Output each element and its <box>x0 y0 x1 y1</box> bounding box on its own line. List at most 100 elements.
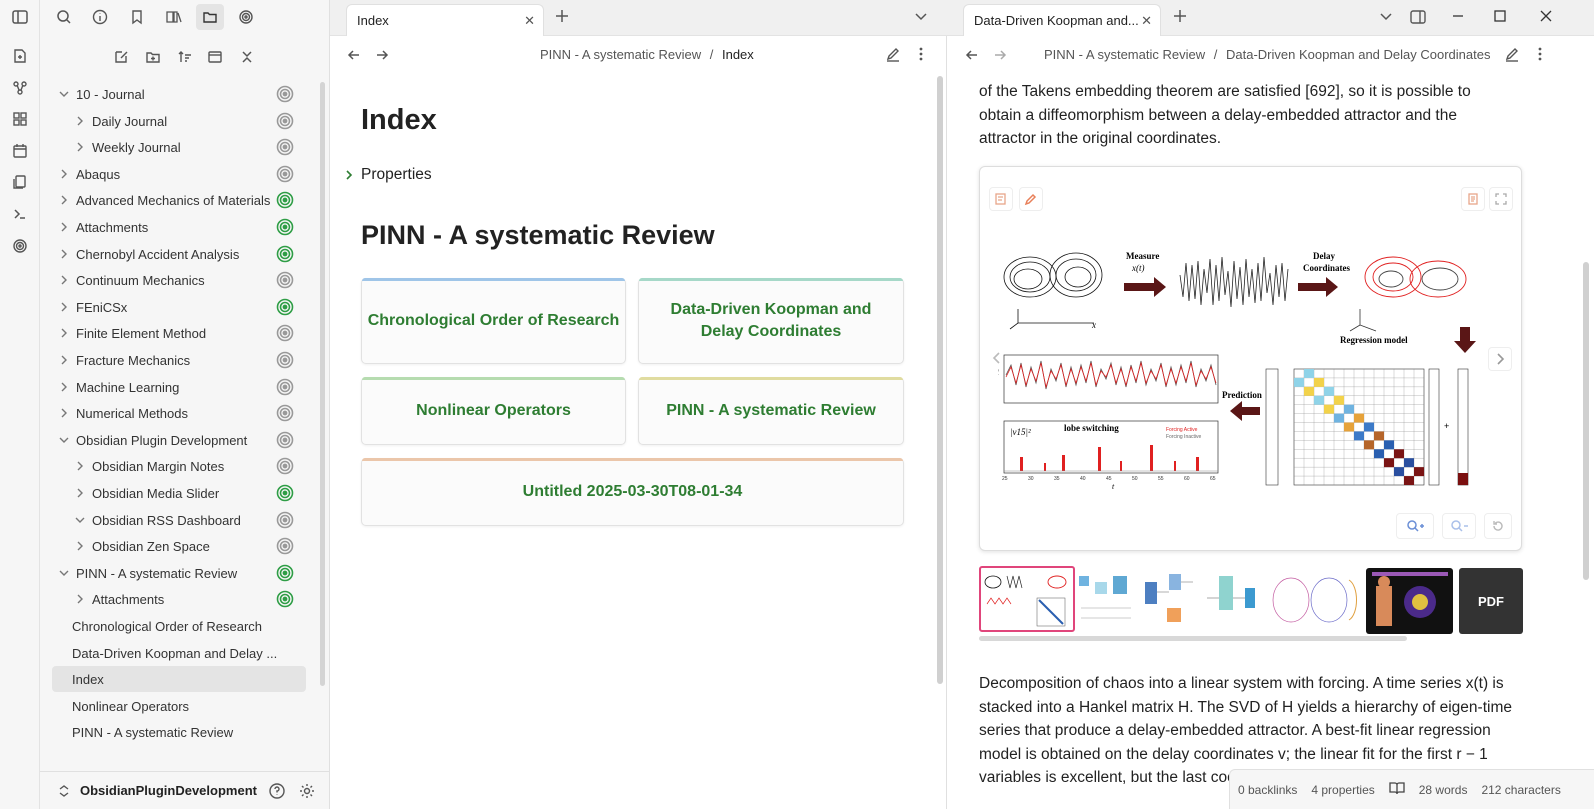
chevron-right-icon[interactable] <box>56 222 72 232</box>
goal-target-icon[interactable] <box>276 271 294 289</box>
goal-target-icon[interactable] <box>276 431 294 449</box>
info-icon[interactable] <box>86 4 114 30</box>
thumbnail-pdf[interactable]: PDF <box>1459 568 1523 634</box>
forward-arrow-icon[interactable] <box>374 47 390 66</box>
tree-folder[interactable]: Fracture Mechanics <box>56 347 290 373</box>
new-note-button[interactable] <box>108 44 134 70</box>
settings-gear-icon[interactable] <box>298 782 316 803</box>
tree-folder[interactable]: Obsidian Zen Space <box>72 533 290 559</box>
tree-folder[interactable]: Abaqus <box>56 161 290 187</box>
card-koopman[interactable]: Data-Driven Koopman and Delay Coordinate… <box>638 278 904 364</box>
tree-folder[interactable]: Numerical Methods <box>56 400 290 426</box>
new-note-icon[interactable] <box>8 44 32 68</box>
edit-pencil-icon[interactable] <box>885 46 901 65</box>
chevron-right-icon[interactable] <box>72 594 88 604</box>
chevron-right-icon[interactable] <box>56 195 72 205</box>
goal-target-icon[interactable] <box>276 165 294 183</box>
collapse-all-button[interactable] <box>234 44 260 70</box>
card-pinn-review[interactable]: PINN - A systematic Review <box>638 377 904 445</box>
tree-folder[interactable]: PINN - A systematic Review <box>56 560 290 586</box>
chevron-right-icon[interactable] <box>56 249 72 259</box>
thumbnail-network-2[interactable] <box>1141 568 1203 634</box>
forward-arrow-icon[interactable] <box>992 47 1008 66</box>
goal-target-icon[interactable] <box>276 138 294 156</box>
reading-book-icon[interactable] <box>1389 781 1405 798</box>
chevron-right-icon[interactable] <box>72 142 88 152</box>
breadcrumb-parent[interactable]: PINN - A systematic Review <box>1044 47 1205 62</box>
tab-list-chevron-icon[interactable] <box>1379 9 1393 26</box>
chevron-down-icon[interactable] <box>56 435 72 445</box>
clipboard-icon[interactable] <box>1461 187 1485 211</box>
tree-folder[interactable]: Attachments <box>56 214 290 240</box>
chevron-right-icon[interactable] <box>56 275 72 285</box>
terminal-icon[interactable] <box>8 202 32 226</box>
annotate-pencil-icon[interactable] <box>1019 187 1043 211</box>
templates-icon[interactable] <box>8 170 32 194</box>
tree-folder[interactable]: Continuum Mechanics <box>56 267 290 293</box>
tree-folder[interactable]: Advanced Mechanics of Materials <box>56 187 290 213</box>
book-icon[interactable] <box>160 4 188 30</box>
thumbnail-video[interactable] <box>1366 568 1453 634</box>
goal-complete-target-icon[interactable] <box>276 245 294 263</box>
new-folder-button[interactable] <box>140 44 166 70</box>
properties-count[interactable]: 4 properties <box>1311 783 1374 797</box>
goal-target-icon[interactable] <box>276 457 294 475</box>
chevron-right-icon[interactable] <box>56 169 72 179</box>
goal-target-icon[interactable] <box>276 511 294 529</box>
calendar-icon[interactable] <box>8 139 32 163</box>
tree-file[interactable]: Data-Driven Koopman and Delay ... <box>72 640 290 666</box>
tab-koopman[interactable]: Data-Driven Koopman and... ✕ <box>963 4 1161 36</box>
breadcrumb-current[interactable]: Data-Driven Koopman and Delay Coordinate… <box>1226 47 1490 62</box>
chevron-right-icon[interactable] <box>72 488 88 498</box>
left-pane-scrollbar[interactable] <box>937 76 943 684</box>
goal-complete-target-icon[interactable] <box>276 218 294 236</box>
thumbnail-network-1[interactable] <box>1077 568 1139 634</box>
tree-file[interactable]: PINN - A systematic Review <box>72 719 290 745</box>
fullscreen-icon[interactable] <box>1489 187 1513 211</box>
card-untitled[interactable]: Untitled 2025-03-30T08-01-34 <box>361 458 904 526</box>
bookmark-icon[interactable] <box>123 4 151 30</box>
target-tab-icon[interactable] <box>232 4 260 30</box>
tree-file[interactable]: Nonlinear Operators <box>72 693 290 719</box>
help-icon[interactable] <box>268 782 286 803</box>
chevron-right-icon[interactable] <box>72 541 88 551</box>
tab-list-chevron-icon[interactable] <box>914 9 928 26</box>
vault-name[interactable]: ObsidianPluginDevelopment <box>80 783 257 798</box>
new-tab-icon[interactable] <box>554 8 570 27</box>
close-window-icon[interactable] <box>1539 9 1553 26</box>
goal-target-icon[interactable] <box>276 378 294 396</box>
tree-folder[interactable]: Obsidian Media Slider <box>72 480 290 506</box>
chevron-down-icon[interactable] <box>72 515 88 525</box>
new-tab-icon[interactable] <box>1172 8 1188 27</box>
graph-view-icon[interactable] <box>8 76 32 100</box>
search-icon[interactable] <box>50 4 78 30</box>
tree-folder[interactable]: Obsidian Plugin Development <box>56 427 290 453</box>
tree-folder[interactable]: Obsidian Margin Notes <box>72 453 290 479</box>
target-icon[interactable] <box>8 234 32 258</box>
tree-folder[interactable]: FEniCSx <box>56 294 290 320</box>
back-arrow-icon[interactable] <box>964 47 980 66</box>
thumbnail-scrollbar[interactable] <box>979 636 1407 641</box>
reset-zoom-icon[interactable] <box>1484 513 1512 539</box>
note-icon[interactable] <box>989 187 1013 211</box>
tree-folder[interactable]: Chernobyl Accident Analysis <box>56 241 290 267</box>
tree-folder[interactable]: 10 - Journal <box>56 81 290 107</box>
more-options-icon[interactable] <box>913 46 929 65</box>
goal-target-icon[interactable] <box>276 351 294 369</box>
more-options-icon[interactable] <box>1532 46 1548 65</box>
thumbnail-koopman-selected[interactable] <box>979 566 1075 632</box>
goal-target-icon[interactable] <box>276 537 294 555</box>
sort-button[interactable] <box>172 44 198 70</box>
breadcrumb-current[interactable]: Index <box>722 47 754 62</box>
thumbnail-spectra[interactable] <box>1269 568 1363 634</box>
goal-complete-target-icon[interactable] <box>276 298 294 316</box>
chevron-updown-icon[interactable] <box>58 784 70 801</box>
tree-folder[interactable]: Attachments <box>72 586 290 612</box>
sidebar-scrollbar[interactable] <box>320 82 325 686</box>
chevron-right-icon[interactable] <box>56 302 72 312</box>
tab-index[interactable]: Index ✕ <box>346 4 544 36</box>
sidebar-toggle-icon[interactable] <box>8 5 32 29</box>
goal-complete-target-icon[interactable] <box>276 564 294 582</box>
goal-target-icon[interactable] <box>276 324 294 342</box>
right-sidebar-toggle-icon[interactable] <box>1409 8 1427 29</box>
